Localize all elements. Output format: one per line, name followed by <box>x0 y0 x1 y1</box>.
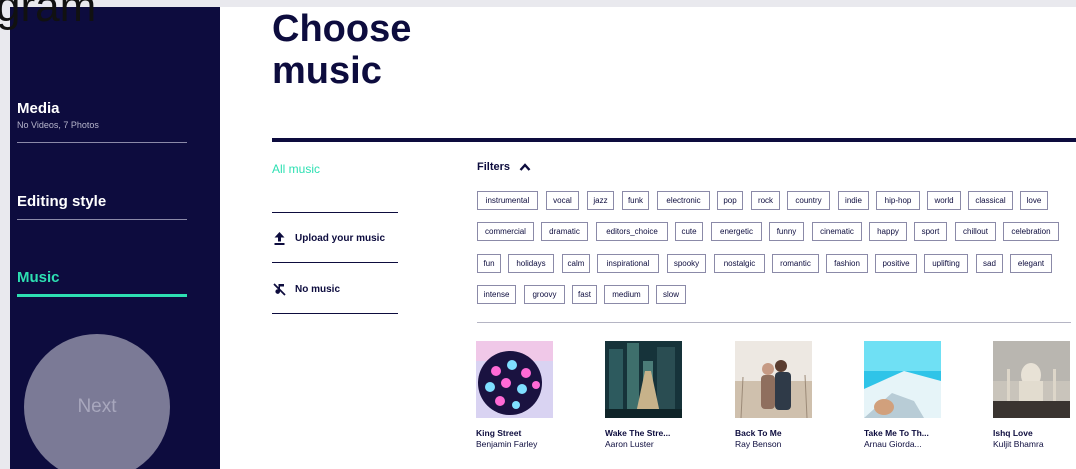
no-music-icon <box>272 282 286 296</box>
filter-tag-energetic[interactable]: energetic <box>711 222 762 241</box>
track-cover <box>476 341 553 418</box>
filters-label: Filters <box>477 161 511 173</box>
filter-tag-classical[interactable]: classical <box>968 191 1013 210</box>
filters-toggle[interactable]: Filters <box>477 161 531 173</box>
filter-tag-fashion[interactable]: fashion <box>826 254 868 273</box>
filter-tag-funk[interactable]: funk <box>622 191 649 210</box>
category-all-music[interactable]: All music <box>272 162 320 176</box>
track-artist: Kuljit Bhamra <box>993 439 1044 449</box>
track-cover <box>605 341 682 418</box>
filter-tag-sad[interactable]: sad <box>976 254 1003 273</box>
sidebar-item-label: Media <box>17 100 60 117</box>
filter-tag-sport[interactable]: sport <box>914 222 947 241</box>
filter-tag-fast[interactable]: fast <box>572 285 597 304</box>
page-title-line: music <box>272 50 382 92</box>
filter-tag-elegant[interactable]: elegant <box>1010 254 1052 273</box>
chevron-up-icon <box>519 162 531 172</box>
filter-tag-slow[interactable]: slow <box>656 285 686 304</box>
filter-tag-funny[interactable]: funny <box>769 222 804 241</box>
filter-tag-happy[interactable]: happy <box>869 222 907 241</box>
track-card[interactable]: Ishq Love Kuljit Bhamra <box>993 341 1076 449</box>
sidebar: Media No Videos, 7 Photos Editing style … <box>10 7 220 469</box>
track-cover <box>993 341 1070 418</box>
sidebar-item-editing-style[interactable]: Editing style <box>17 193 187 220</box>
track-artist: Aaron Luster <box>605 439 654 449</box>
upload-icon <box>272 231 286 245</box>
filter-tag-celebration[interactable]: celebration <box>1003 222 1059 241</box>
filter-tag-electronic[interactable]: electronic <box>657 191 710 210</box>
filter-tag-hip-hop[interactable]: hip-hop <box>876 191 920 210</box>
sidebar-item-music[interactable]: Music <box>17 269 187 297</box>
filter-tag-cinematic[interactable]: cinematic <box>812 222 862 241</box>
category-no-music-label: No music <box>295 283 341 295</box>
track-card[interactable]: Take Me To Th... Arnau Giorda... <box>864 341 964 449</box>
track-title: Ishq Love <box>993 428 1033 438</box>
sidebar-item-media[interactable]: Media No Videos, 7 Photos <box>17 100 187 143</box>
category-no-music[interactable]: No music <box>272 282 340 296</box>
title-divider <box>272 138 1076 142</box>
filter-tag-love[interactable]: love <box>1020 191 1048 210</box>
next-button[interactable]: Next <box>24 334 170 469</box>
filter-tag-indie[interactable]: indie <box>838 191 869 210</box>
filter-tag-medium[interactable]: medium <box>604 285 649 304</box>
page-title: Choose music <box>272 8 572 92</box>
tracks-divider <box>477 322 1071 323</box>
track-card[interactable]: Wake The Stre... Aaron Luster <box>605 341 705 449</box>
filter-tag-romantic[interactable]: romantic <box>772 254 819 273</box>
filter-tag-uplifting[interactable]: uplifting <box>924 254 968 273</box>
filter-tag-nostalgic[interactable]: nostalgic <box>714 254 765 273</box>
filter-tag-editors-choice[interactable]: editors_choice <box>596 222 668 241</box>
filter-tag-jazz[interactable]: jazz <box>587 191 614 210</box>
sidebar-item-sublabel: No Videos, 7 Photos <box>17 120 99 130</box>
track-title: Take Me To Th... <box>864 428 929 438</box>
category-divider <box>272 212 398 213</box>
track-artist: Arnau Giorda... <box>864 439 922 449</box>
left-gutter <box>0 0 10 469</box>
filter-tag-pop[interactable]: pop <box>717 191 743 210</box>
track-artist: Ray Benson <box>735 439 782 449</box>
track-artist: Benjamin Farley <box>476 439 538 449</box>
filter-tag-holidays[interactable]: holidays <box>508 254 554 273</box>
track-card[interactable]: Back To Me Ray Benson <box>735 341 835 449</box>
filter-tag-positive[interactable]: positive <box>875 254 917 273</box>
sidebar-item-label: Editing style <box>17 193 107 210</box>
filter-tag-rock[interactable]: rock <box>751 191 780 210</box>
filter-tag-cute[interactable]: cute <box>675 222 703 241</box>
filter-tag-country[interactable]: country <box>787 191 830 210</box>
filter-tag-instrumental[interactable]: instrumental <box>477 191 538 210</box>
filter-tag-groovy[interactable]: groovy <box>524 285 565 304</box>
filter-tag-world[interactable]: world <box>927 191 961 210</box>
overlay-text: gram <box>0 0 97 31</box>
track-cover <box>864 341 941 418</box>
track-cover <box>735 341 812 418</box>
filter-tag-commercial[interactable]: commercial <box>477 222 534 241</box>
filter-tag-spooky[interactable]: spooky <box>667 254 706 273</box>
filter-tag-inspirational[interactable]: inspirational <box>597 254 659 273</box>
filter-tag-dramatic[interactable]: dramatic <box>541 222 588 241</box>
sidebar-item-label: Music <box>17 269 60 286</box>
top-strip <box>0 0 1076 7</box>
filter-tag-fun[interactable]: fun <box>477 254 501 273</box>
filter-tag-vocal[interactable]: vocal <box>546 191 579 210</box>
track-title: King Street <box>476 428 522 438</box>
page-title-line: Choose <box>272 8 412 50</box>
track-card[interactable]: King Street Benjamin Farley <box>476 341 576 449</box>
category-upload-music[interactable]: Upload your music <box>272 231 385 245</box>
filter-tag-chillout[interactable]: chillout <box>955 222 996 241</box>
category-divider <box>272 313 398 314</box>
filter-tag-calm[interactable]: calm <box>562 254 590 273</box>
filter-tag-intense[interactable]: intense <box>477 285 516 304</box>
track-title: Wake The Stre... <box>605 428 671 438</box>
track-title: Back To Me <box>735 428 782 438</box>
category-divider <box>272 262 398 263</box>
category-upload-label: Upload your music <box>295 232 386 244</box>
